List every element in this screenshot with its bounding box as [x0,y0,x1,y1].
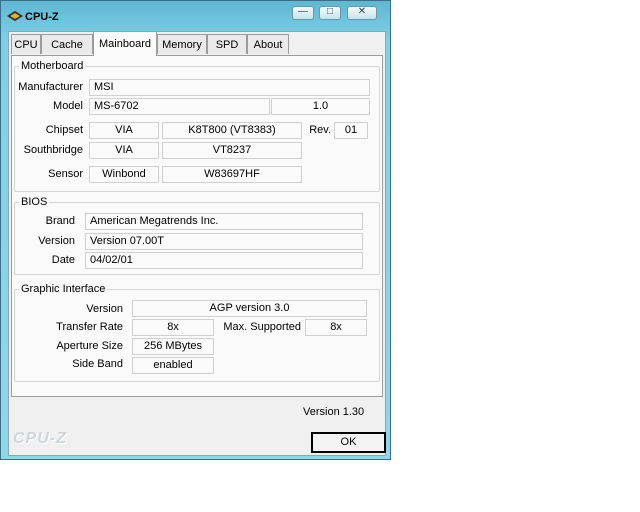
bios-group-title: BIOS [19,196,50,208]
side-band-field: enabled [132,357,214,374]
minimize-button[interactable]: — [292,6,314,20]
chipset-rev-label: Rev. [309,124,331,136]
southbridge-name-field: VT8237 [162,142,302,159]
minimize-icon: — [298,6,308,17]
chipset-label: Chipset [45,124,83,136]
transfer-rate-label: Transfer Rate [56,321,123,333]
app-version: Version 1.30 [303,406,365,418]
side-band-label: Side Band [72,358,123,370]
maximize-icon: □ [326,6,334,17]
bios-brand-field: American Megatrends Inc. [85,213,363,230]
bios-date-label: Date [51,254,75,266]
model-label: Model [53,100,83,112]
model-revision-field: 1.0 [271,98,370,115]
cpu-chip-icon [7,11,23,21]
southbridge-vendor-field: VIA [89,142,159,159]
tab-spd[interactable]: SPD [207,34,247,54]
model-field: MS-6702 [89,98,270,115]
tab-cache[interactable]: Cache [41,34,93,54]
max-supported-field: 8x [305,319,367,336]
tab-about[interactable]: About [247,34,289,54]
maximize-button[interactable]: □ [319,6,341,20]
manufacturer-field: MSI [89,79,370,96]
chipset-vendor-field: VIA [89,122,159,139]
max-supported-label: Max. Supported [223,321,301,333]
bios-version-label: Version [38,235,75,247]
sensor-name-field: W83697HF [162,166,302,183]
title-bar[interactable]: CPU-Z — □ ✕ [1,1,392,31]
bios-brand-label: Brand [45,215,75,227]
transfer-rate-field: 8x [132,319,214,336]
bios-version-field: Version 07.00T [85,233,363,250]
manufacturer-label: Manufacturer [18,81,83,93]
chipset-name-field: K8T800 (VT8383) [162,122,302,139]
sensor-vendor-field: Winbond [89,166,159,183]
cpuz-window: CPU-Z — □ ✕ CPU Cache Mainboard Memory S… [0,0,391,460]
close-icon: ✕ [357,6,367,17]
cpuz-logo: CPU-Z [13,430,67,447]
aperture-size-label: Aperture Size [56,340,123,352]
graphic-interface-group-title: Graphic Interface [19,283,108,295]
graphic-version-label: Version [86,303,123,315]
tab-memory[interactable]: Memory [157,34,207,54]
window-title: CPU-Z [25,11,59,23]
bios-date-field: 04/02/01 [85,252,363,269]
ok-button[interactable]: OK [311,432,386,453]
tab-mainboard[interactable]: Mainboard [93,31,157,56]
southbridge-label: Southbridge [23,144,83,156]
chipset-rev-field: 01 [334,122,368,139]
close-button[interactable]: ✕ [347,6,377,20]
graphic-version-field: AGP version 3.0 [132,300,367,317]
sensor-label: Sensor [48,168,83,180]
aperture-size-field: 256 MBytes [132,338,214,355]
tab-cpu[interactable]: CPU [11,34,41,54]
motherboard-group-title: Motherboard [19,60,86,72]
